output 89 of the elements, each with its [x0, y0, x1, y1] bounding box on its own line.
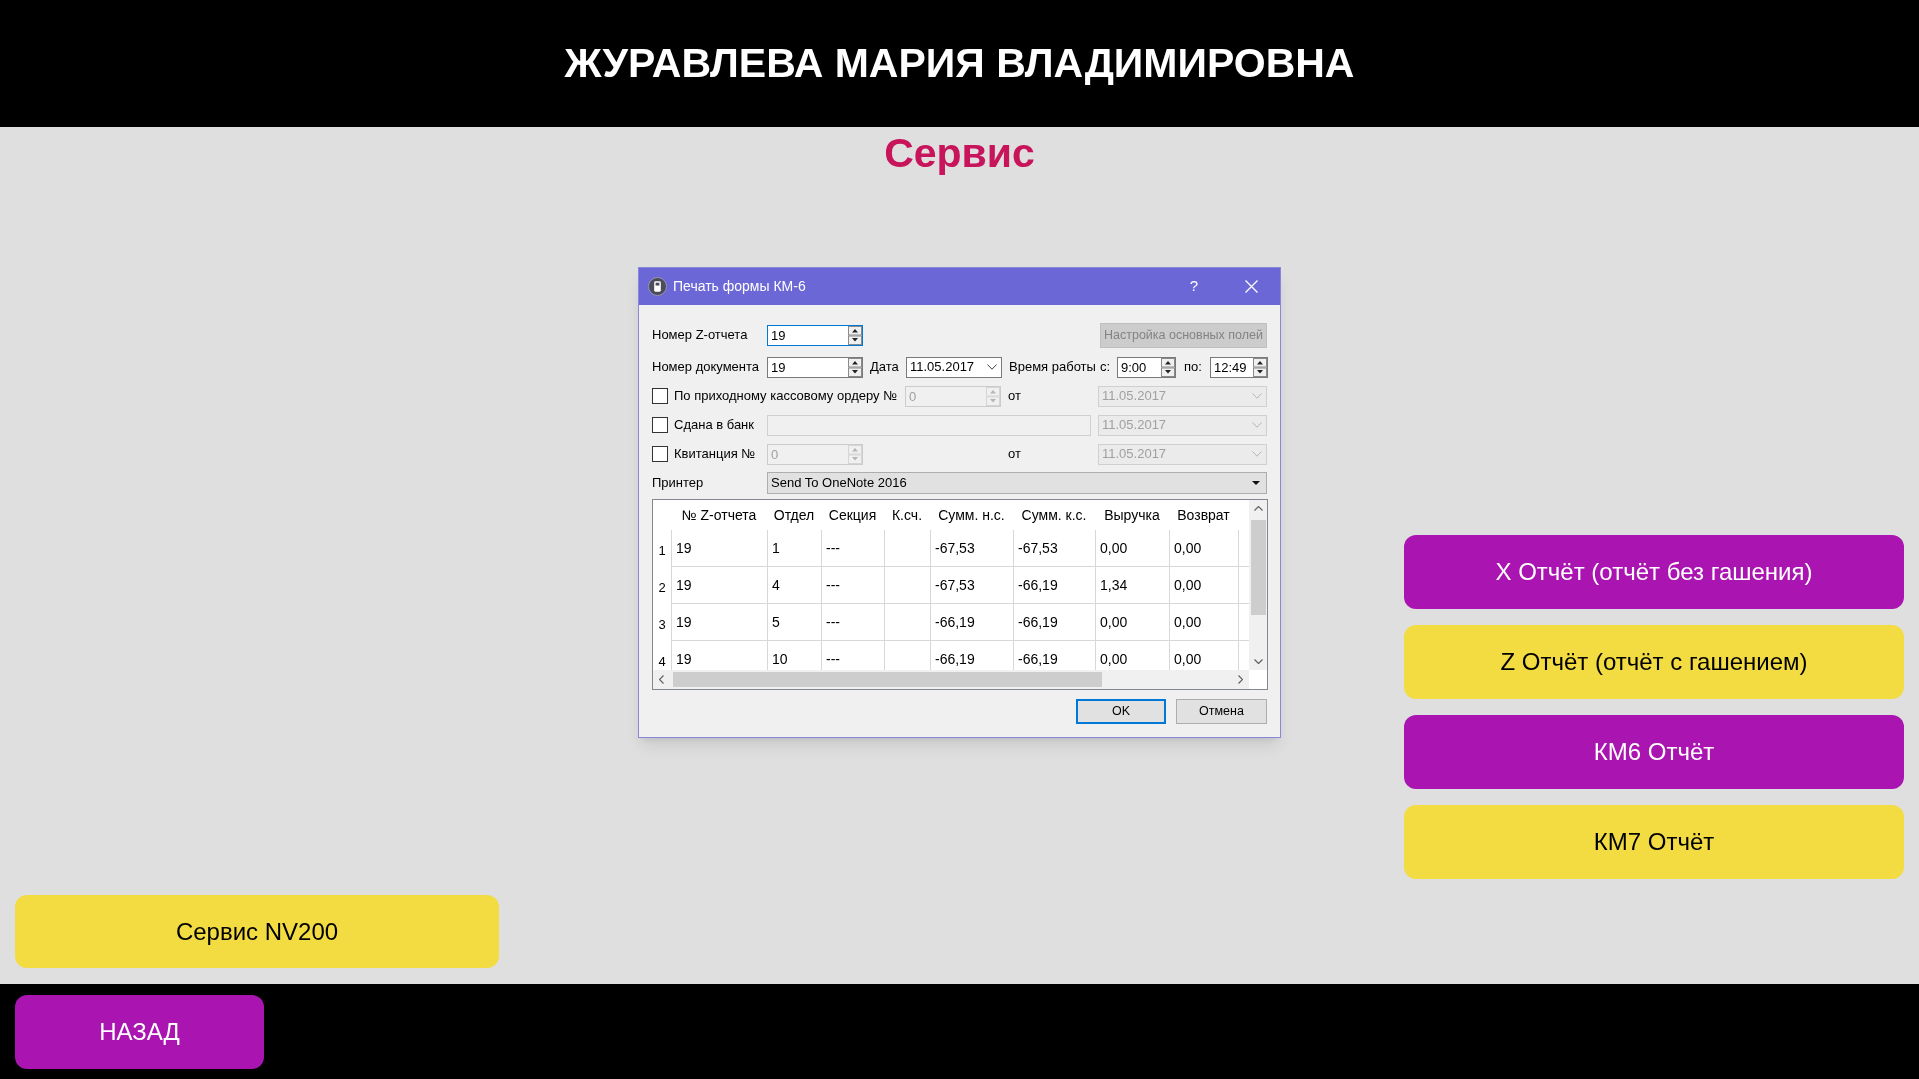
scrollbar-thumb[interactable] — [1250, 520, 1266, 615]
report-button[interactable]: X Отчёт (отчёт без гашения) — [1404, 535, 1904, 609]
help-button[interactable]: ? — [1174, 268, 1214, 305]
table-cell: 1 — [768, 530, 822, 567]
column-header[interactable]: Сумм. н.с. — [930, 500, 1013, 530]
table-cell — [885, 604, 931, 641]
row-number: 4 — [657, 652, 667, 670]
report-button[interactable]: КМ7 Отчёт — [1404, 805, 1904, 879]
table-cell: 19 — [672, 604, 768, 641]
back-button[interactable]: НАЗАД — [15, 995, 264, 1069]
column-header[interactable]: Возврат — [1169, 500, 1238, 530]
spin-arrows-icon[interactable] — [1253, 357, 1267, 377]
chevron-down-icon — [987, 364, 997, 370]
table-cell — [885, 567, 931, 604]
vertical-scrollbar[interactable] — [1249, 500, 1267, 670]
checkbox[interactable] — [652, 388, 668, 404]
field-label: Квитанция № — [674, 445, 757, 464]
report-button[interactable]: КМ6 Отчёт — [1404, 715, 1904, 789]
row-number: 1 — [657, 541, 667, 560]
close-icon — [1244, 280, 1258, 293]
field-label: от — [1008, 445, 1022, 464]
chevron-down-icon — [1252, 422, 1262, 428]
table-cell: 0,00 — [1170, 604, 1239, 641]
number-field[interactable]: 12:49 — [1210, 356, 1268, 378]
table-cell: 0,00 — [1170, 530, 1239, 567]
table-cell: 1,34 — [1096, 567, 1170, 604]
table-cell: 0,00 — [1170, 567, 1239, 604]
date-dropdown[interactable]: 11.05.2017 — [906, 356, 1002, 378]
report-button[interactable]: Z Отчёт (отчёт с гашением) — [1404, 625, 1904, 699]
field-label: Сдана в банк — [674, 416, 755, 435]
row-number: 3 — [657, 615, 667, 634]
checkbox[interactable] — [652, 446, 668, 462]
dialog-title: Печать формы КМ-6 — [673, 277, 806, 296]
caret-down-icon — [1252, 481, 1260, 485]
spin-arrows-icon[interactable] — [1161, 357, 1175, 377]
chevron-up-icon[interactable] — [1253, 506, 1263, 511]
field-label: Время работы — [1009, 358, 1097, 377]
column-header[interactable]: Отдел — [767, 500, 821, 530]
field-label: Дата — [870, 358, 900, 377]
field-label: По приходному кассовому ордеру № — [674, 387, 898, 406]
column-header[interactable]: Сумм. к.с. — [1013, 500, 1095, 530]
column-header[interactable]: № Z-отчета — [671, 500, 767, 530]
dialog-button[interactable]: OK — [1076, 699, 1166, 724]
table-cell: 19 — [672, 530, 768, 567]
table-cell: 4 — [768, 567, 822, 604]
field-label: с: — [1100, 358, 1112, 377]
spin-arrows-icon[interactable] — [848, 357, 862, 377]
table-cell: -67,53 — [931, 567, 1014, 604]
table-cell: 0,00 — [1096, 604, 1170, 641]
column-header[interactable]: Выручка — [1095, 500, 1169, 530]
table-cell — [885, 530, 931, 567]
column-header[interactable]: Секция — [821, 500, 884, 530]
field-label: Номер Z-отчета — [652, 326, 749, 345]
table-cell: -66,19 — [1014, 604, 1096, 641]
field-label: по: — [1184, 358, 1203, 377]
chevron-down-icon[interactable] — [1253, 659, 1263, 664]
table-cell: --- — [822, 604, 885, 641]
horizontal-scrollbar[interactable] — [653, 670, 1249, 689]
chevron-left-icon[interactable] — [659, 675, 664, 684]
service-button[interactable]: Сервис NV200 — [15, 895, 499, 968]
scrollbar-thumb[interactable] — [673, 672, 1102, 687]
dialog-button[interactable]: Отмена — [1176, 699, 1267, 724]
number-field[interactable]: 9:00 — [1117, 356, 1176, 378]
row-number: 2 — [657, 578, 667, 597]
page-title: Сервис — [884, 129, 1035, 177]
table-cell: 5 — [768, 604, 822, 641]
field-label: Номер документа — [652, 358, 760, 377]
table-cell: -67,53 — [931, 530, 1014, 567]
table-cell: 0,00 — [1096, 530, 1170, 567]
checkbox[interactable] — [652, 417, 668, 433]
column-header[interactable]: К.сч. — [884, 500, 930, 530]
table-cell: -66,19 — [1014, 567, 1096, 604]
table-cell: 19 — [672, 567, 768, 604]
number-field[interactable]: 19 — [767, 324, 863, 346]
field-label: Принтер — [652, 474, 705, 493]
table-cell: --- — [822, 567, 885, 604]
table-cell: -67,53 — [1014, 530, 1096, 567]
number-field[interactable]: 19 — [767, 356, 863, 378]
text-field[interactable] — [767, 414, 1091, 436]
spin-arrows-icon[interactable] — [848, 325, 862, 345]
printer-dropdown[interactable]: Send To OneNote 2016 — [767, 472, 1267, 494]
chevron-down-icon — [1252, 393, 1262, 399]
window-icon — [648, 277, 667, 296]
table-cell: -66,19 — [931, 604, 1014, 641]
chevron-right-icon[interactable] — [1238, 675, 1243, 684]
table-cell: --- — [822, 530, 885, 567]
field-label: от — [1008, 387, 1022, 406]
chevron-down-icon — [1252, 451, 1262, 457]
user-name: ЖУРАВЛЕВА МАРИЯ ВЛАДИМИРОВНА — [564, 43, 1355, 84]
